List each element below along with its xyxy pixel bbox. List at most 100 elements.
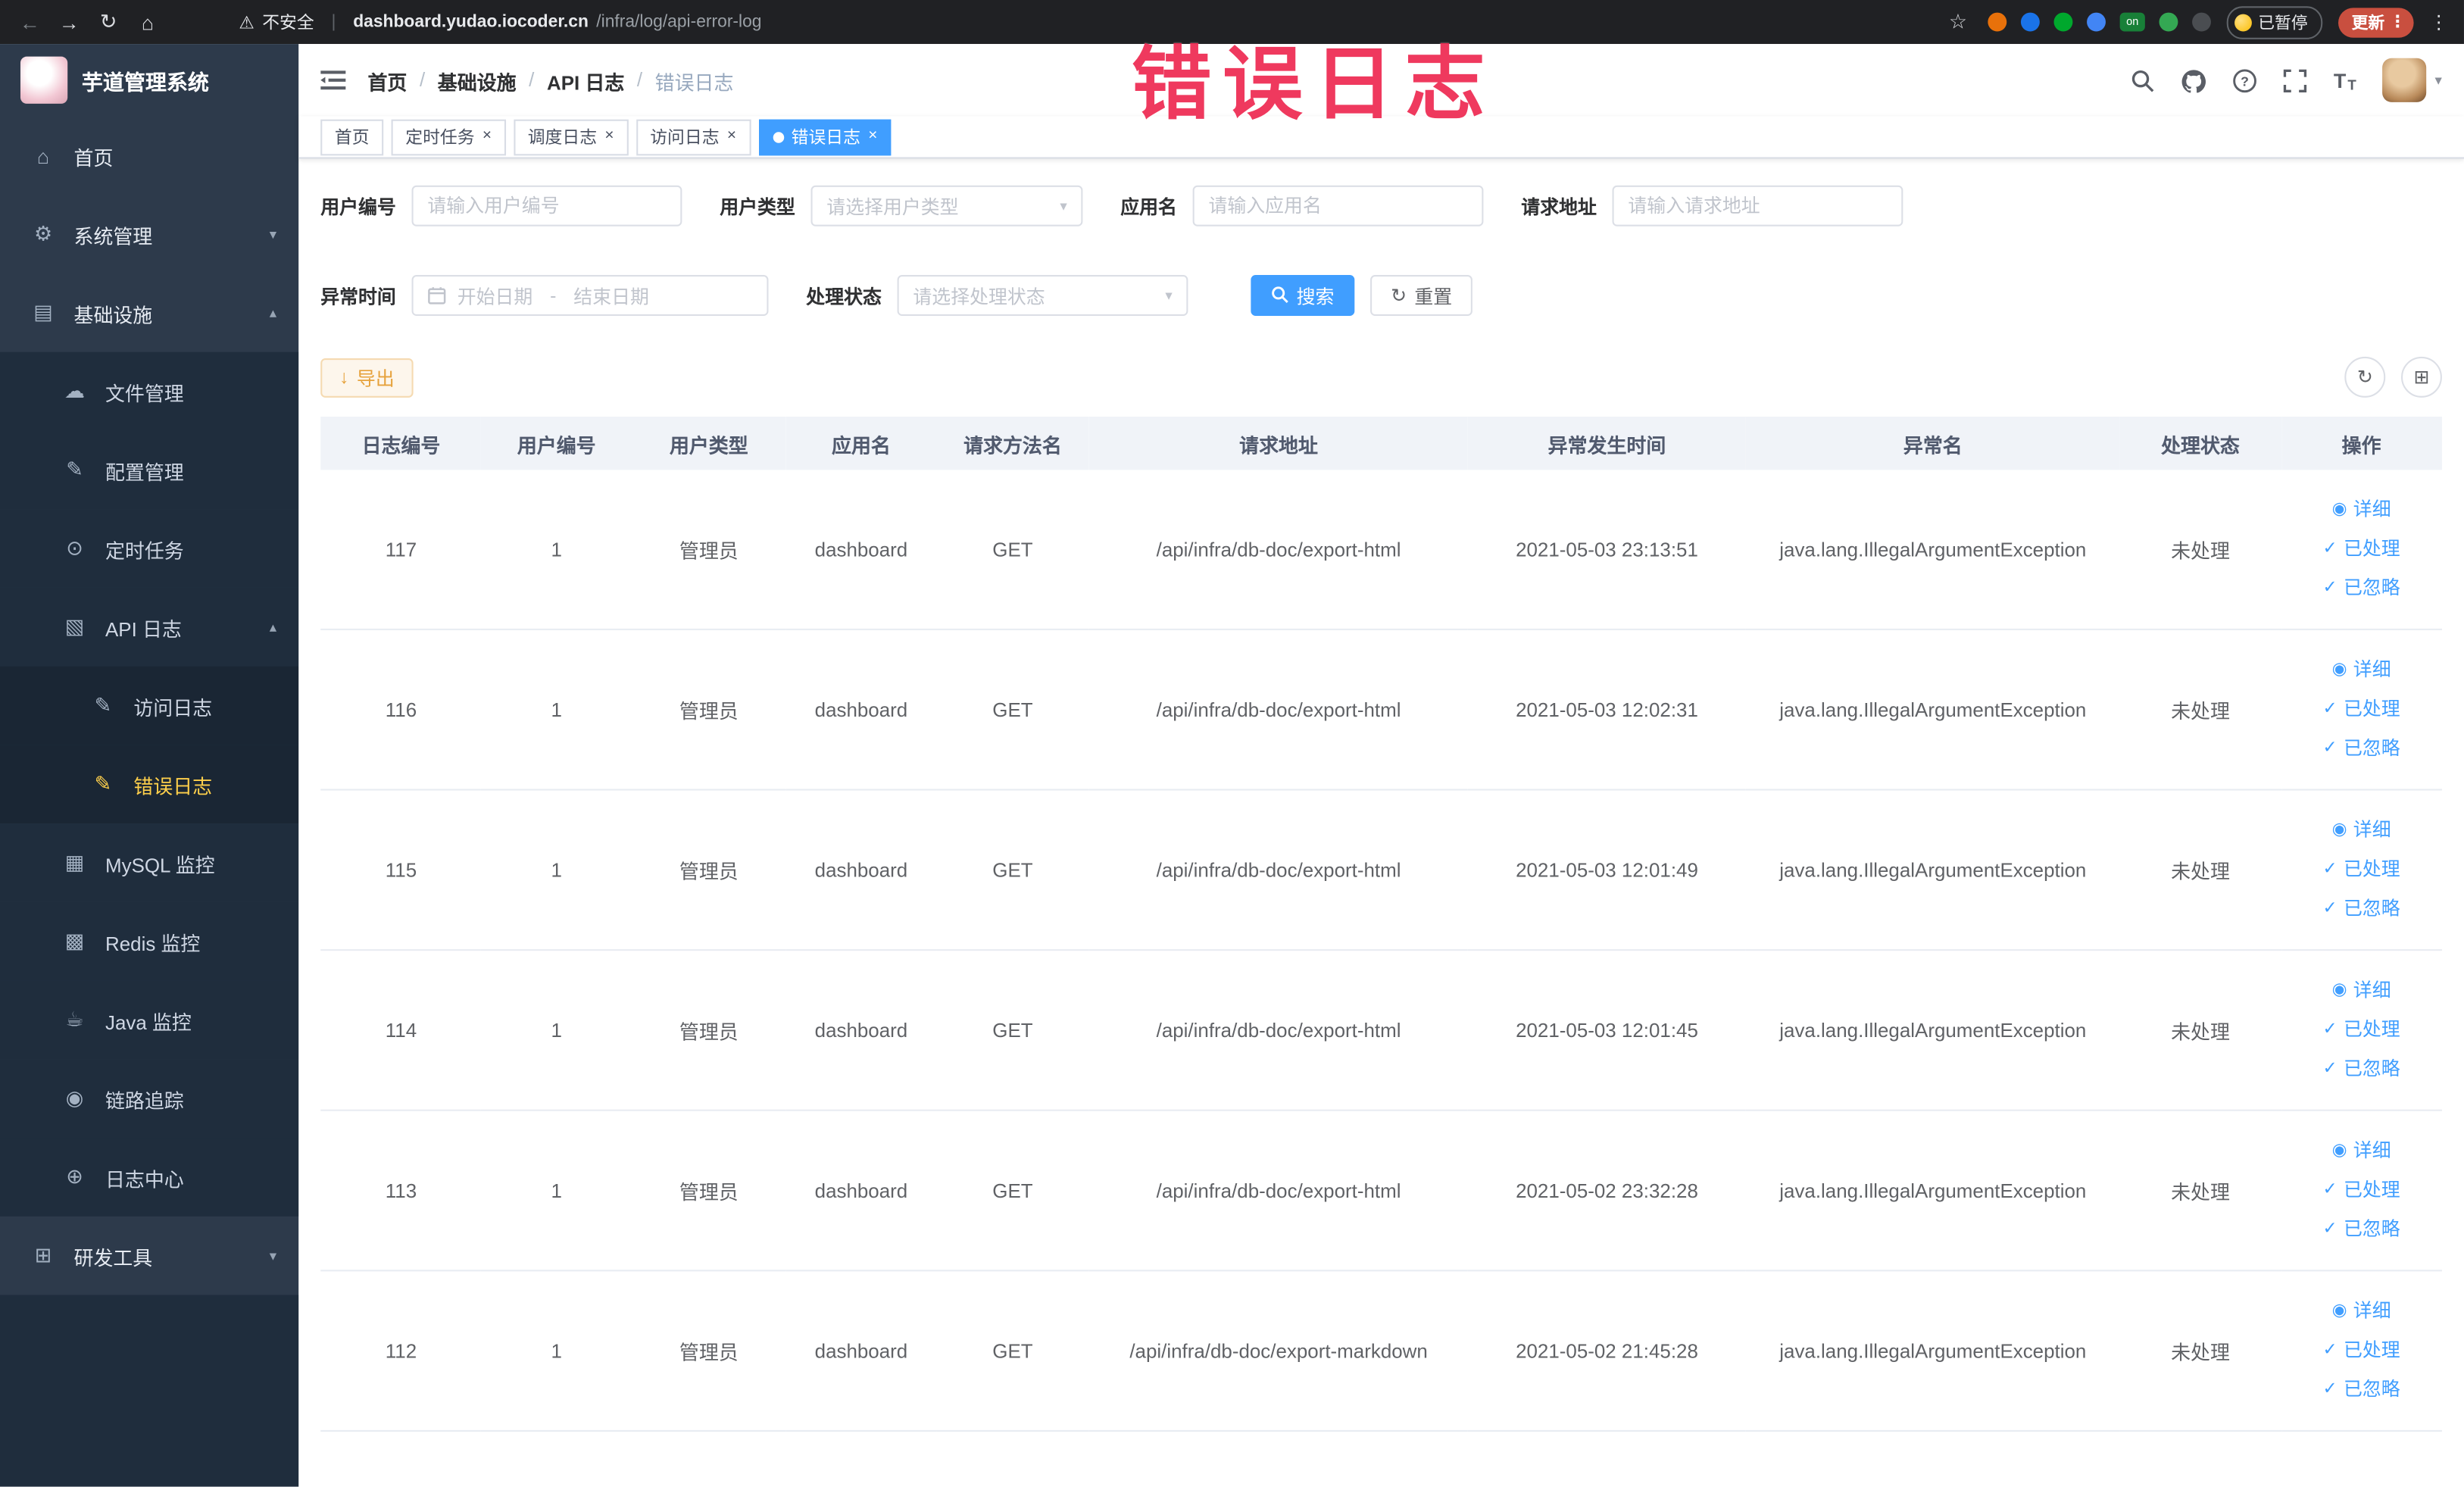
action-已处理[interactable]: ✓ 已处理 xyxy=(2288,850,2436,889)
file-icon: ☁ xyxy=(64,378,86,403)
bookmark-star-icon[interactable]: ☆ xyxy=(1944,9,1972,34)
action-详细[interactable]: ◉ 详细 xyxy=(2288,490,2436,530)
action-已处理[interactable]: ✓ 已处理 xyxy=(2288,690,2436,729)
close-icon[interactable]: × xyxy=(604,128,614,145)
help-icon[interactable]: ? xyxy=(2233,68,2256,92)
reset-button[interactable]: ↻ 重置 xyxy=(1370,275,1473,316)
sidebar-item-redis[interactable]: ▩ Redis 监控 xyxy=(0,901,299,981)
tab-定时任务[interactable]: 定时任务 × xyxy=(391,118,506,155)
tab-错误日志[interactable]: 错误日志 × xyxy=(758,118,892,155)
action-详细[interactable]: ◉ 详细 xyxy=(2288,1132,2436,1171)
action-已处理[interactable]: ✓ 已处理 xyxy=(2288,530,2436,569)
extension-icon-green-circle[interactable] xyxy=(2053,12,2073,32)
refresh-table-button[interactable]: ↻ xyxy=(2344,356,2386,398)
columns-icon: ⊞ xyxy=(2413,366,2430,389)
action-已忽略[interactable]: ✓ 已忽略 xyxy=(2288,1050,2436,1089)
tab-首页[interactable]: 首页 xyxy=(320,118,384,155)
browser-forward-icon[interactable]: → xyxy=(55,10,83,33)
browser-menu-icon[interactable]: ⋮ xyxy=(2429,11,2448,33)
action-已处理[interactable]: ✓ 已处理 xyxy=(2288,1171,2436,1211)
user-type-select[interactable]: 请选择用户类型 ▾ xyxy=(810,185,1083,226)
action-详细[interactable]: ◉ 详细 xyxy=(2288,971,2436,1011)
user-menu[interactable]: ▾ xyxy=(2383,58,2442,102)
browser-update-button[interactable]: 更新 ⋮ xyxy=(2337,7,2414,37)
sidebar-item-java[interactable]: ☕ Java 监控 xyxy=(0,980,299,1060)
column-header: 日志编号 xyxy=(320,416,482,470)
cell-user-id: 1 xyxy=(481,1110,632,1272)
action-已忽略[interactable]: ✓ 已忽略 xyxy=(2288,569,2436,608)
trace-icon: ◉ xyxy=(65,1086,84,1110)
sidebar-item-error-log[interactable]: ✎ 错误日志 xyxy=(0,745,299,824)
address-bar[interactable]: ⚠ 不安全 | dashboard.yudao.iocoder.cn/infra… xyxy=(239,9,761,34)
breadcrumb-item[interactable]: API 日志 xyxy=(547,65,624,95)
extension-icon-on-badge[interactable]: on xyxy=(2119,12,2145,32)
column-header: 用户编号 xyxy=(481,416,632,470)
status-select[interactable]: 请选择处理状态 ▾ xyxy=(897,275,1188,316)
extension-icon-blue-drop[interactable] xyxy=(2020,12,2040,32)
extension-icon-paw[interactable] xyxy=(2192,12,2211,32)
paused-extension-pill[interactable]: 已暂停 xyxy=(2226,5,2322,39)
sidebar-item-access-log[interactable]: ✎ 访问日志 xyxy=(0,666,299,745)
cell-method: GET xyxy=(935,470,1090,630)
breadcrumb-item[interactable]: 基础设施 xyxy=(438,65,517,95)
sidebar-item-infra[interactable]: ▤ 基础设施 ▴ xyxy=(0,273,298,352)
close-icon[interactable]: × xyxy=(482,128,492,145)
svg-text:?: ? xyxy=(2241,73,2249,88)
active-tab-dot xyxy=(772,131,784,142)
sidebar-item-file[interactable]: ☁ 文件管理 xyxy=(0,351,299,431)
sidebar-filler xyxy=(0,1295,299,1487)
check-icon: ✓ xyxy=(2322,1340,2338,1360)
sidebar-item-config[interactable]: ✎ 配置管理 xyxy=(0,430,299,510)
close-icon[interactable]: × xyxy=(868,128,877,145)
browser-back-icon[interactable]: ← xyxy=(16,10,44,33)
logo-row[interactable]: 芋道管理系统 xyxy=(0,44,298,116)
request-url-input[interactable] xyxy=(1612,185,1903,226)
fullscreen-icon[interactable] xyxy=(2283,68,2307,92)
action-已处理[interactable]: ✓ 已处理 xyxy=(2288,1331,2436,1370)
sidebar-item-label: 文件管理 xyxy=(105,383,184,405)
action-已忽略[interactable]: ✓ 已忽略 xyxy=(2288,729,2436,769)
sidebar-item-mysql[interactable]: ▦ MySQL 监控 xyxy=(0,823,299,902)
cell-user-id: 1 xyxy=(481,1270,632,1432)
action-已忽略[interactable]: ✓ 已忽略 xyxy=(2288,1210,2436,1249)
search-button[interactable]: 搜索 xyxy=(1251,275,1355,316)
action-已处理[interactable]: ✓ 已处理 xyxy=(2288,1011,2436,1050)
browser-refresh-icon[interactable]: ↻ xyxy=(94,9,122,34)
extension-icon-orange[interactable] xyxy=(1988,12,2007,32)
action-详细[interactable]: ◉ 详细 xyxy=(2288,1292,2436,1331)
sidebar-item-system[interactable]: ⚙ 系统管理 ▾ xyxy=(0,195,298,273)
tab-调度日志[interactable]: 调度日志 × xyxy=(514,118,629,155)
columns-toggle-button[interactable]: ⊞ xyxy=(2400,356,2442,398)
sidebar-item-label: 研发工具 xyxy=(73,1247,153,1270)
sidebar: 芋道管理系统 ⌂ 首页 ⚙ 系统管理 ▾ ▤ 基础设施 ▴ ☁ 文件管理 ✎ 配置管理 ⊙ 定时任务 ▧ AP… xyxy=(0,44,299,1487)
action-已忽略[interactable]: ✓ 已忽略 xyxy=(2288,1370,2436,1410)
sidebar-item-task[interactable]: ⊙ 定时任务 xyxy=(0,509,299,588)
extension-icon-leaf[interactable] xyxy=(2159,12,2178,32)
app-name-input[interactable] xyxy=(1192,185,1484,226)
browser-home-icon[interactable]: ⌂ xyxy=(133,10,161,33)
breadcrumb-item[interactable]: 首页 xyxy=(367,65,407,95)
export-button[interactable]: ↓ 导出 xyxy=(320,357,414,397)
sidebar-item-log-center[interactable]: ⊕ 日志中心 xyxy=(0,1138,299,1217)
action-详细[interactable]: ◉ 详细 xyxy=(2288,651,2436,690)
hamburger-icon[interactable] xyxy=(320,69,346,91)
sidebar-item-home[interactable]: ⌂ 首页 xyxy=(0,117,298,195)
chevron-down-icon: ▾ xyxy=(2434,71,2442,88)
exception-time-range[interactable]: 开始日期 - 结束日期 xyxy=(411,275,769,316)
sidebar-item-api-log[interactable]: ▧ API 日志 ▴ xyxy=(0,587,299,667)
search-icon[interactable] xyxy=(2131,68,2154,92)
sidebar-item-devtools[interactable]: ⊞ 研发工具 ▾ xyxy=(0,1217,298,1295)
chevron-down-icon: ▾ xyxy=(1060,197,1067,214)
tab-访问日志[interactable]: 访问日志 × xyxy=(636,118,751,155)
cell-id: 115 xyxy=(320,789,482,951)
sidebar-item-trace[interactable]: ◉ 链路追踪 xyxy=(0,1059,299,1139)
github-icon[interactable] xyxy=(2181,68,2206,92)
close-icon[interactable]: × xyxy=(727,128,736,145)
action-详细[interactable]: ◉ 详细 xyxy=(2288,811,2436,850)
extension-icon-blue-grid[interactable] xyxy=(2087,12,2106,32)
font-size-icon[interactable]: TT xyxy=(2334,68,2356,92)
user-id-input[interactable] xyxy=(411,185,682,226)
cell-user-id: 1 xyxy=(481,950,632,1111)
action-已忽略[interactable]: ✓ 已忽略 xyxy=(2288,889,2436,929)
filter-request-url: 请求地址 xyxy=(1521,185,1903,226)
